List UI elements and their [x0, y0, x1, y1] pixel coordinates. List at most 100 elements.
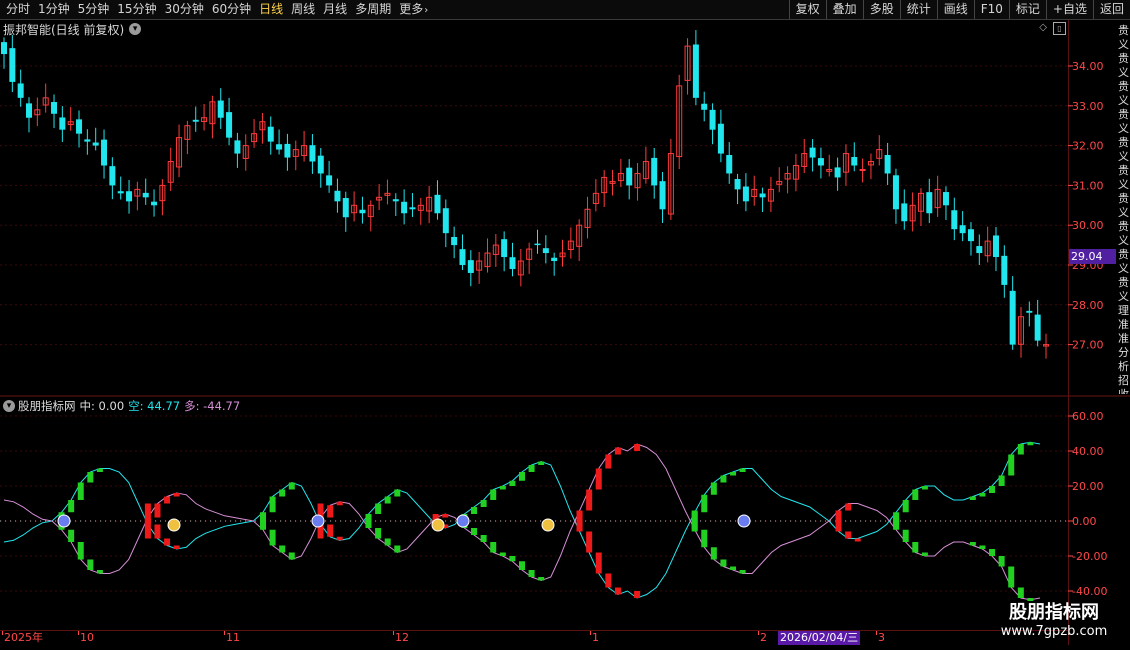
candle-body-down — [926, 192, 933, 214]
date-tick-label: 12 — [395, 631, 409, 644]
candle-body-down — [967, 229, 974, 242]
indicator-axis-label: 40.00 — [1072, 445, 1104, 458]
indicator-bar — [279, 545, 286, 553]
candle-body-down — [551, 257, 558, 262]
indicator-bar — [835, 510, 842, 521]
watermark: 股朋指标网 www.7gpzb.com — [984, 602, 1124, 640]
indicator-bar — [586, 489, 593, 511]
indicator-bar — [519, 472, 525, 481]
indicator-bar — [1017, 444, 1024, 455]
duo-value: 多: -44.77 — [184, 399, 241, 413]
candle-body-down — [542, 248, 549, 254]
indicator-bar — [614, 447, 621, 455]
price-label: 28.00 — [1072, 299, 1104, 312]
mid-value: 中: 0.00 — [79, 399, 125, 413]
indicator-bar — [327, 524, 334, 537]
candle-body-down — [409, 207, 416, 210]
indicator-bar — [499, 552, 506, 556]
candle-body-down — [1034, 314, 1041, 341]
candle-body-down — [834, 167, 841, 178]
indicator-bar — [442, 514, 449, 518]
indicator-bar — [979, 493, 986, 497]
candle-body-down — [151, 201, 158, 206]
candle-body-down — [951, 210, 958, 230]
indicator-bar — [614, 587, 621, 595]
candle-body-down — [501, 239, 508, 258]
candle-body-down — [892, 175, 899, 210]
indicator-axis-label: 60.00 — [1072, 410, 1104, 423]
candle-body-down — [976, 246, 983, 254]
candle-body-down — [509, 257, 516, 269]
sad-face-icon — [456, 514, 470, 528]
indicator-bar — [509, 480, 516, 486]
date-tick — [78, 631, 79, 635]
candle-body-down — [1001, 255, 1008, 285]
candle-body-down — [717, 123, 724, 154]
indicator-bar — [375, 528, 382, 539]
indicator-bar — [739, 570, 746, 574]
indicator-axis-label: 0.00 — [1072, 515, 1097, 528]
candle-body-down — [1009, 290, 1016, 345]
indicator-name: 股朋指标网 — [18, 399, 76, 413]
indicator-header: ▾ 股朋指标网 中: 0.00 空: 44.77 多: -44.77 — [0, 398, 244, 414]
indicator-bar — [384, 538, 391, 546]
indicator-bar — [384, 496, 391, 504]
candle-body-up — [859, 168, 866, 171]
indicator-bar — [471, 507, 478, 514]
candle-body-down — [942, 192, 949, 206]
indicator-bar — [720, 475, 727, 483]
date-tick — [590, 631, 591, 635]
candle-body-down — [959, 225, 966, 234]
indicator-bar — [912, 489, 919, 500]
sad-face-icon — [57, 514, 71, 528]
chart-canvas: 34.0033.0032.0031.0030.0029.0028.0027.00… — [0, 30, 1130, 601]
money-bag-icon — [431, 518, 445, 532]
indicator-bar — [701, 494, 708, 513]
candle-body-down — [1, 42, 7, 55]
date-tick — [224, 631, 225, 635]
sad-face-icon — [311, 514, 325, 528]
indicator-bar — [1027, 442, 1034, 446]
candle-body-down — [309, 145, 316, 162]
indicator-bar — [471, 528, 478, 535]
indicator-bar — [154, 524, 161, 539]
indicator-bar — [164, 496, 171, 504]
indicator-bar — [336, 536, 343, 541]
candle-body-down — [692, 44, 699, 98]
indicator-bar — [902, 500, 909, 513]
date-tick — [2, 631, 3, 635]
indicator-bar — [1008, 454, 1015, 476]
indicator-bar — [173, 545, 180, 549]
indicator-bar — [365, 514, 372, 528]
indicator-bar — [576, 510, 583, 532]
indicator-bar — [605, 573, 612, 588]
candle-body-down — [142, 192, 149, 198]
indicator-bar — [490, 542, 497, 553]
indicator-bar — [96, 468, 103, 472]
candle-body-down — [759, 193, 766, 198]
candle-body-down — [392, 199, 399, 202]
price-label: 30.00 — [1072, 219, 1104, 232]
indicator-bar — [989, 486, 996, 493]
indicator-bar — [1027, 598, 1034, 601]
candle-body-down — [659, 181, 666, 210]
indicator-bar — [989, 549, 996, 556]
candle-body-down — [651, 157, 658, 186]
date-tick — [393, 631, 394, 635]
indicator-bar — [269, 496, 276, 513]
candle-body-down — [742, 186, 749, 202]
chevron-down-icon[interactable]: ▾ — [3, 400, 15, 412]
price-label: 32.00 — [1072, 140, 1104, 153]
candle-body-down — [626, 167, 633, 186]
indicator-bar — [375, 503, 382, 514]
indicator-bar — [969, 542, 976, 546]
candle-body-down — [217, 100, 224, 118]
candle-body-down — [901, 203, 908, 222]
indicator-bar — [269, 529, 276, 546]
indicator-bar — [969, 496, 976, 500]
indicator-bar — [998, 475, 1005, 486]
indicator-bar — [595, 468, 602, 490]
candle-body-down — [442, 208, 449, 234]
indicator-bar — [528, 465, 535, 472]
candle-body-down — [17, 83, 24, 98]
